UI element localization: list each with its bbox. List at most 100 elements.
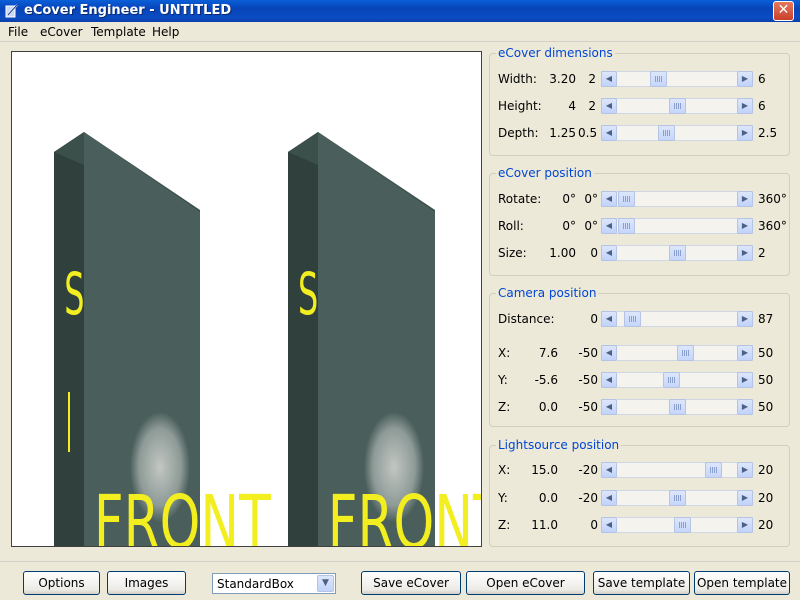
- chevron-left-icon[interactable]: ◀: [601, 98, 617, 114]
- row-label: Distance:: [498, 312, 555, 326]
- chevron-left-icon[interactable]: ◀: [601, 345, 617, 361]
- slider-thumb[interactable]: [674, 517, 691, 533]
- slider-thumb[interactable]: [624, 311, 641, 327]
- ecover-preview[interactable]: S FRONT S FRONT: [11, 51, 482, 547]
- slider-position-1[interactable]: ◀ ▶: [601, 218, 753, 234]
- slider-dimensions-2[interactable]: ◀ ▶: [601, 125, 753, 141]
- window-title: eCover Engineer - UNTITLED: [24, 3, 232, 18]
- slider-thumb[interactable]: [705, 462, 722, 478]
- row-max: 360°: [758, 219, 787, 233]
- app-window: eCover Engineer - UNTITLED ✕ File eCover…: [0, 0, 800, 600]
- row-min: 0: [590, 312, 598, 326]
- chevron-right-icon[interactable]: ▶: [737, 517, 753, 533]
- row-max: 2: [758, 246, 766, 260]
- row-min: 2: [588, 72, 596, 86]
- chevron-down-icon[interactable]: ▼: [317, 575, 334, 592]
- chevron-left-icon[interactable]: ◀: [601, 517, 617, 533]
- chevron-left-icon[interactable]: ◀: [601, 125, 617, 141]
- slider-camera-3[interactable]: ◀ ▶: [601, 399, 753, 415]
- chevron-right-icon[interactable]: ▶: [737, 245, 753, 261]
- slider-dimensions-1[interactable]: ◀ ▶: [601, 98, 753, 114]
- slider-thumb[interactable]: [658, 125, 675, 141]
- row-min: 0°: [584, 192, 598, 206]
- chevron-right-icon[interactable]: ▶: [737, 71, 753, 87]
- template-select[interactable]: StandardBox ▼: [212, 573, 336, 594]
- app-icon: [5, 4, 18, 18]
- slider-thumb[interactable]: [669, 245, 686, 261]
- chevron-left-icon[interactable]: ◀: [601, 71, 617, 87]
- menu-template[interactable]: Template: [91, 25, 146, 39]
- chevron-right-icon[interactable]: ▶: [737, 191, 753, 207]
- chevron-left-icon[interactable]: ◀: [601, 462, 617, 478]
- open-template-button[interactable]: Open template: [694, 571, 790, 595]
- ecover-box-right: S FRONT: [288, 132, 481, 546]
- slider-dimensions-0[interactable]: ◀ ▶: [601, 71, 753, 87]
- close-button[interactable]: ✕: [773, 1, 794, 21]
- chevron-right-icon[interactable]: ▶: [737, 399, 753, 415]
- chevron-right-icon[interactable]: ▶: [737, 98, 753, 114]
- chevron-right-icon[interactable]: ▶: [737, 218, 753, 234]
- menu-help[interactable]: Help: [152, 25, 179, 39]
- chevron-right-icon[interactable]: ▶: [737, 125, 753, 141]
- slider-camera-2[interactable]: ◀ ▶: [601, 372, 753, 388]
- spine-text-right: S: [298, 262, 318, 329]
- row-value: 0.0: [538, 491, 558, 505]
- save-template-button[interactable]: Save template: [593, 571, 690, 595]
- row-label: Size:: [498, 246, 527, 260]
- menu-bar: File eCover Template Help: [0, 22, 800, 42]
- chevron-left-icon[interactable]: ◀: [601, 191, 617, 207]
- chevron-right-icon[interactable]: ▶: [737, 345, 753, 361]
- row-max: 20: [758, 518, 774, 532]
- slider-camera-1[interactable]: ◀ ▶: [601, 345, 753, 361]
- row-max: 2.5: [758, 126, 778, 140]
- save-ecover-button[interactable]: Save eCover: [361, 571, 461, 595]
- chevron-left-icon[interactable]: ◀: [601, 372, 617, 388]
- menu-ecover[interactable]: eCover: [40, 25, 83, 39]
- options-button[interactable]: Options: [23, 571, 100, 595]
- row-max: 87: [758, 312, 774, 326]
- slider-thumb[interactable]: [669, 98, 686, 114]
- images-button[interactable]: Images: [107, 571, 186, 595]
- slider-position-0[interactable]: ◀ ▶: [601, 191, 753, 207]
- row-value: 15.0: [531, 463, 558, 477]
- chevron-left-icon[interactable]: ◀: [601, 311, 617, 327]
- slider-thumb[interactable]: [618, 191, 635, 207]
- slider-thumb[interactable]: [669, 399, 686, 415]
- title-bar[interactable]: eCover Engineer - UNTITLED ✕: [0, 0, 800, 22]
- slider-thumb[interactable]: [618, 218, 635, 234]
- slider-thumb[interactable]: [663, 372, 680, 388]
- row-label: Y:: [498, 373, 508, 387]
- chevron-left-icon[interactable]: ◀: [601, 399, 617, 415]
- chevron-right-icon[interactable]: ▶: [737, 462, 753, 478]
- chevron-right-icon[interactable]: ▶: [737, 372, 753, 388]
- row-label: Width:: [498, 72, 537, 86]
- slider-light-1[interactable]: ◀ ▶: [601, 490, 753, 506]
- slider-thumb[interactable]: [650, 71, 667, 87]
- group-title: Camera position: [496, 286, 599, 300]
- slider-camera-0[interactable]: ◀ ▶: [601, 311, 753, 327]
- chevron-right-icon[interactable]: ▶: [737, 490, 753, 506]
- row-value: -5.6: [534, 373, 558, 387]
- slider-position-2[interactable]: ◀ ▶: [601, 245, 753, 261]
- open-ecover-button[interactable]: Open eCover: [466, 571, 585, 595]
- slider-thumb[interactable]: [669, 490, 686, 506]
- row-value: 3.20: [549, 72, 576, 86]
- slider-light-2[interactable]: ◀ ▶: [601, 517, 753, 533]
- row-min: 0°: [584, 219, 598, 233]
- front-text-left: FRONT: [94, 481, 272, 547]
- row-label: Roll:: [498, 219, 524, 233]
- row-max: 360°: [758, 192, 787, 206]
- chevron-left-icon[interactable]: ◀: [601, 245, 617, 261]
- row-label: Z:: [498, 518, 511, 532]
- slider-thumb[interactable]: [677, 345, 694, 361]
- chevron-right-icon[interactable]: ▶: [737, 311, 753, 327]
- template-select-value: StandardBox: [217, 577, 294, 591]
- chevron-left-icon[interactable]: ◀: [601, 490, 617, 506]
- row-max: 6: [758, 72, 766, 86]
- chevron-left-icon[interactable]: ◀: [601, 218, 617, 234]
- menu-file[interactable]: File: [8, 25, 28, 39]
- row-max: 20: [758, 463, 774, 477]
- row-max: 50: [758, 373, 774, 387]
- row-value: 4: [568, 99, 576, 113]
- slider-light-0[interactable]: ◀ ▶: [601, 462, 753, 478]
